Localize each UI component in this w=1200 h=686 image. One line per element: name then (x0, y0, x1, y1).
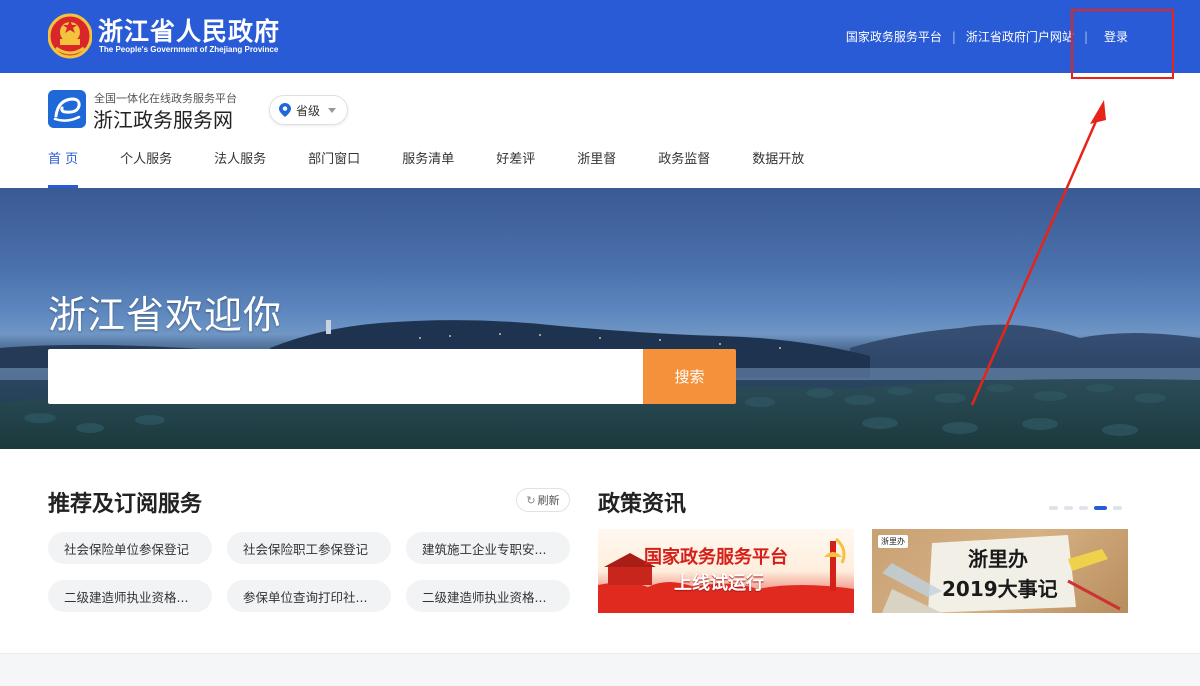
separator: | (951, 29, 956, 44)
link-national-gov-service[interactable]: 国家政务服务平台 (846, 28, 942, 45)
search-input[interactable] (48, 349, 644, 404)
location-pin-icon (279, 103, 291, 117)
nav-service-list[interactable]: 服务清单 (402, 148, 454, 188)
hero-banner: 浙江省欢迎你 搜索 (0, 188, 1200, 449)
carousel-dot[interactable] (1079, 506, 1088, 510)
card-line2: 上线试运行 (674, 573, 764, 594)
search-button[interactable]: 搜索 (643, 349, 736, 404)
carousel-dot[interactable] (1113, 506, 1122, 510)
card-line1: 浙里办 (968, 547, 1028, 571)
refresh-button[interactable]: ↻ 刷新 (516, 488, 570, 512)
region-label: 省级 (296, 103, 321, 118)
card-line1: 国家政务服务平台 (644, 547, 788, 568)
zj-service-logo-icon (48, 90, 86, 128)
card-line2: 2019大事记 (942, 577, 1058, 601)
region-selector[interactable]: 省级 (269, 95, 348, 125)
service-tag[interactable]: 二级建造师执业资格... (406, 580, 570, 612)
separator: | (1083, 29, 1088, 44)
service-tag[interactable]: 二级建造师执业资格... (48, 580, 212, 612)
service-tag[interactable]: 社会保险单位参保登记 (48, 532, 212, 564)
service-tag[interactable]: 社会保险职工参保登记 (227, 532, 391, 564)
main-nav: 首 页 个人服务 法人服务 部门窗口 服务清单 好差评 浙里督 政务监督 数据开… (48, 148, 846, 188)
nav-open-data[interactable]: 数据开放 (752, 148, 804, 188)
nav-legal-entity-service[interactable]: 法人服务 (214, 148, 266, 188)
hero-title: 浙江省欢迎你 (48, 293, 283, 337)
policy-title: 政策资讯 (598, 492, 687, 517)
nav-home[interactable]: 首 页 (48, 148, 79, 188)
nav-gov-supervision[interactable]: 政务监督 (658, 148, 710, 188)
nav-rating[interactable]: 好差评 (496, 148, 535, 188)
recommend-title: 推荐及订阅服务 (48, 492, 203, 517)
site-title: 浙江政务服务网 (93, 108, 233, 132)
carousel-dot[interactable] (1064, 506, 1073, 510)
link-zj-gov-portal[interactable]: 浙江省政府门户网站 (966, 28, 1074, 45)
gov-subtitle: The People's Government of Zhejiang Prov… (99, 45, 279, 54)
nav-personal-service[interactable]: 个人服务 (120, 148, 172, 188)
nav-zheli-supervise[interactable]: 浙里督 (577, 148, 616, 188)
refresh-label: 刷新 (537, 494, 560, 507)
national-emblem-icon (48, 13, 92, 59)
gov-title: 浙江省人民政府 (98, 17, 281, 46)
carousel-dot[interactable] (1049, 506, 1058, 510)
footer-band (0, 653, 1200, 686)
zheliban-badge: 浙里办 (878, 535, 908, 548)
carousel-dots (1049, 506, 1128, 510)
news-card-zheliban-2019[interactable]: 浙里办 浙里办 2019大事记 (872, 529, 1128, 613)
nav-department-window[interactable]: 部门窗口 (308, 148, 360, 188)
login-link[interactable]: 登录 (1104, 28, 1128, 45)
service-tag[interactable]: 参保单位查询打印社... (227, 580, 391, 612)
service-tag[interactable]: 建筑施工企业专职安... (406, 532, 570, 564)
carousel-dot-active[interactable] (1094, 506, 1107, 510)
top-links: 国家政务服务平台 | 浙江省政府门户网站 | 登录 (846, 0, 1200, 73)
chevron-down-icon (328, 107, 337, 113)
top-bar: 浙江省人民政府 The People's Government of Zheji… (0, 0, 1200, 73)
news-card-national-platform[interactable]: 国家政务服务平台 上线试运行 (598, 529, 854, 613)
refresh-icon: ↻ (526, 493, 536, 507)
